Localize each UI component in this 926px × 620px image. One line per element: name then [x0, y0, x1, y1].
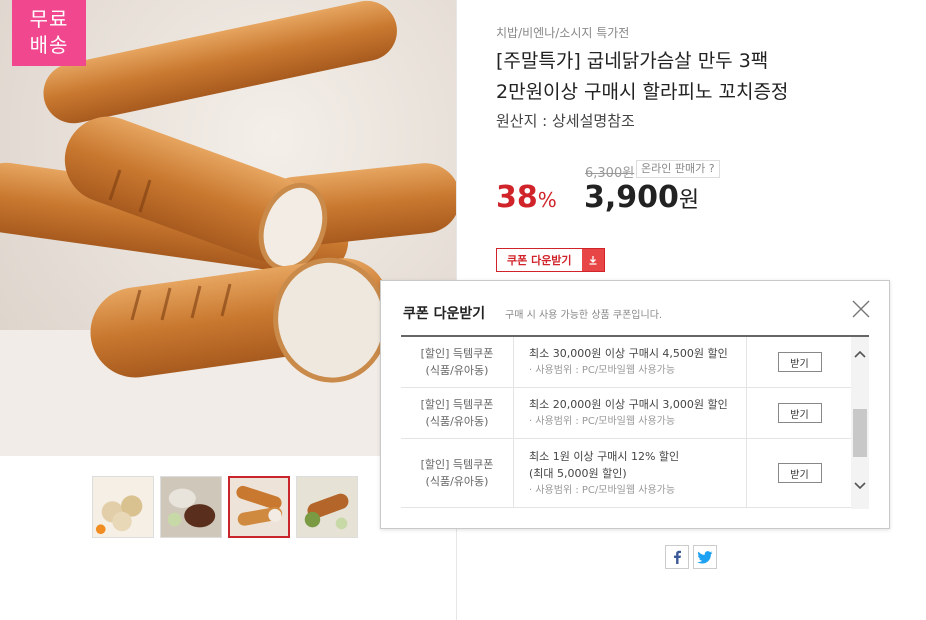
free-shipping-badge: 무료 배송	[12, 0, 86, 66]
discount-rate: 38%	[496, 180, 557, 215]
coupon-name-line2: (식품/유아동)	[425, 475, 489, 488]
thumbnail-2[interactable]	[160, 476, 222, 538]
scrollbar-thumb[interactable]	[853, 409, 867, 457]
coupon-list: [할인] 득템쿠폰 (식품/유아동) 최소 30,000원 이상 구매시 4,5…	[401, 335, 869, 509]
coupon-desc: 최소 1원 이상 구매시 12% 할인 (최대 5,000원 할인) · 사용범…	[529, 439, 749, 507]
product-origin: 원산지 : 상세설명참조	[496, 112, 635, 130]
facebook-share-button[interactable]	[665, 545, 689, 569]
coupon-popup: 쿠폰 다운받기 구매 시 사용 가능한 상품 쿠폰입니다. [할인] 득템쿠폰 …	[380, 280, 890, 529]
close-icon[interactable]	[851, 299, 871, 319]
chevron-up-icon[interactable]	[851, 345, 869, 363]
thumbnail-1[interactable]	[92, 476, 154, 538]
online-price-info-button[interactable]: 온라인 판매가 ?	[636, 160, 720, 178]
thumbnail-strip	[92, 476, 358, 538]
coupon-condition: 최소 20,000원 이상 구매시 3,000원 할인	[529, 398, 728, 411]
coupon-row: [할인] 득템쿠폰 (식품/유아동) 최소 30,000원 이상 구매시 4,5…	[401, 337, 851, 388]
coupon-scope: · 사용범위 : PC/모바일웹 사용가능	[529, 484, 676, 496]
coupon-get-button[interactable]: 받기	[777, 463, 822, 483]
facebook-icon	[674, 550, 681, 564]
coupon-desc: 최소 20,000원 이상 구매시 3,000원 할인 · 사용범위 : PC/…	[529, 388, 749, 438]
coupon-name: [할인] 득템쿠폰 (식품/유아동)	[401, 337, 514, 387]
thumbnail-4[interactable]	[296, 476, 358, 538]
popup-subtitle: 구매 시 사용 가능한 상품 쿠폰입니다.	[505, 310, 663, 321]
coupon-scope: · 사용범위 : PC/모바일웹 사용가능	[529, 416, 676, 427]
sale-price: 3,900원	[584, 180, 699, 215]
download-icon	[581, 249, 604, 271]
coupon-list-scrollbar[interactable]	[851, 337, 869, 509]
sale-price-value: 3,900	[584, 180, 679, 215]
thumbnail-3[interactable]	[228, 476, 290, 538]
coupon-condition: 최소 1원 이상 구매시 12% 할인	[529, 449, 680, 463]
coupon-name-line1: [할인] 득템쿠폰	[420, 458, 494, 471]
product-title: [주말특가] 굽네닭가슴살 만두 3팩 2만원이상 구매시 할라피노 꼬치증정	[496, 46, 896, 108]
coupon-download-label: 쿠폰 다운받기	[507, 254, 572, 267]
coupon-row: [할인] 득템쿠폰 (식품/유아동) 최소 20,000원 이상 구매시 3,0…	[401, 388, 851, 439]
coupon-name: [할인] 득템쿠폰 (식품/유아동)	[401, 388, 514, 438]
discount-unit: %	[537, 188, 557, 212]
coupon-get-cell: 받기	[746, 337, 852, 387]
product-title-line1: [주말특가] 굽네닭가슴살 만두 3팩	[496, 50, 769, 72]
original-price: 6,300원	[585, 166, 635, 181]
discount-value: 38	[496, 180, 538, 215]
sale-price-unit: 원	[678, 188, 700, 213]
coupon-scope: · 사용범위 : PC/모바일웹 사용가능	[529, 365, 676, 376]
coupon-get-cell: 받기	[746, 388, 852, 438]
coupon-condition: 최소 30,000원 이상 구매시 4,500원 할인	[529, 347, 728, 360]
twitter-icon	[697, 550, 713, 563]
coupon-name-line2: (식품/유아동)	[425, 364, 489, 377]
coupon-name-line1: [할인] 득템쿠폰	[420, 347, 494, 360]
coupon-download-button[interactable]: 쿠폰 다운받기	[496, 248, 605, 272]
coupon-get-cell: 받기	[746, 439, 852, 507]
coupon-condition-extra: (최대 5,000원 할인)	[529, 466, 627, 480]
product-title-line2: 2만원이상 구매시 할라피노 꼬치증정	[496, 81, 789, 103]
coupon-name: [할인] 득템쿠폰 (식품/유아동)	[401, 439, 514, 507]
product-category[interactable]: 치밥/비엔나/소시지 특가전	[496, 24, 629, 41]
free-shipping-line2: 배송	[29, 33, 69, 57]
share-buttons	[665, 545, 717, 569]
coupon-get-button[interactable]: 받기	[777, 352, 822, 372]
popup-title: 쿠폰 다운받기	[403, 306, 486, 322]
coupon-name-line1: [할인] 득템쿠폰	[420, 398, 494, 411]
chevron-down-icon[interactable]	[851, 477, 869, 495]
coupon-desc: 최소 30,000원 이상 구매시 4,500원 할인 · 사용범위 : PC/…	[529, 337, 749, 387]
twitter-share-button[interactable]	[693, 545, 717, 569]
coupon-get-button[interactable]: 받기	[777, 403, 822, 423]
coupon-name-line2: (식품/유아동)	[425, 415, 489, 428]
free-shipping-line1: 무료	[29, 7, 69, 31]
coupon-row: [할인] 득템쿠폰 (식품/유아동) 최소 1원 이상 구매시 12% 할인 (…	[401, 439, 851, 508]
